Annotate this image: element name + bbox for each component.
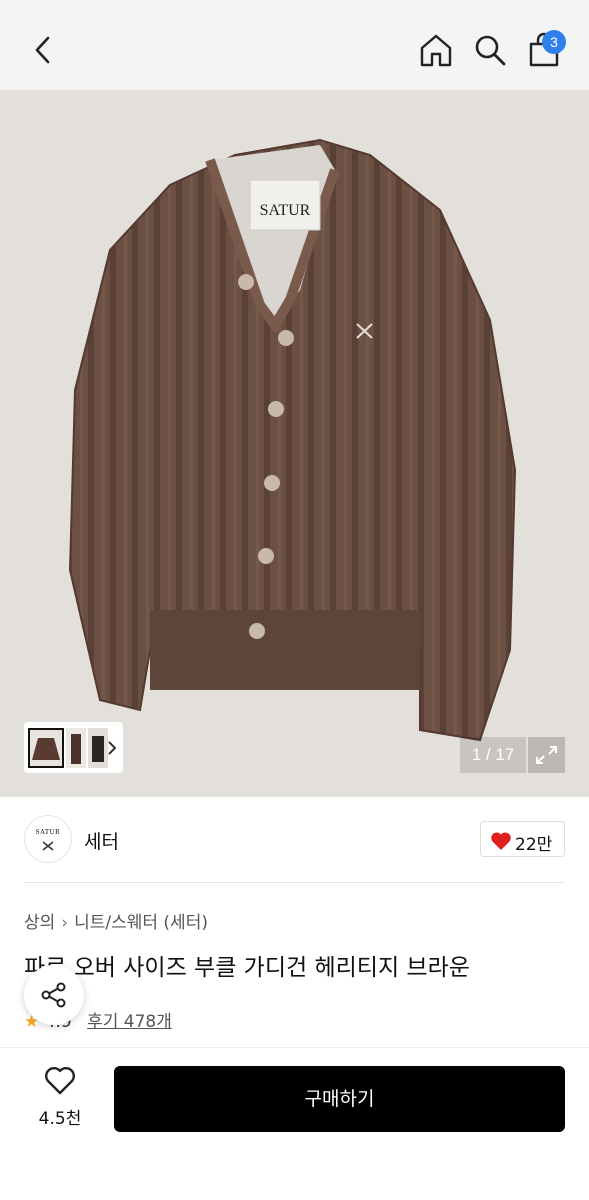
breadcrumb-level2[interactable]: 니트/스웨터 (세터)	[74, 913, 208, 933]
breadcrumb: 상의 › 니트/스웨터 (세터)	[24, 908, 208, 933]
thumbnail-2[interactable]	[66, 728, 86, 768]
cardigan-illustration: SATUR	[68, 138, 517, 742]
wishlist-button[interactable]: 4.5천	[30, 1066, 90, 1132]
expand-icon	[536, 746, 557, 764]
brand-like-count: 22만	[515, 835, 553, 855]
product-title: 파로 오버 사이즈 부클 가디건 헤리티지 브라운	[24, 955, 470, 981]
brand-logo-text: SATUR	[35, 828, 61, 836]
chevron-right-icon[interactable]	[105, 738, 119, 758]
product-image[interactable]: SATUR	[0, 90, 589, 797]
top-bar: 3	[0, 0, 589, 90]
breadcrumb-chevron-icon: ›	[61, 913, 69, 933]
bottom-bar-divider	[0, 1047, 589, 1048]
label-text: SATUR	[260, 202, 311, 219]
home-icon[interactable]	[418, 32, 454, 68]
expand-button[interactable]	[528, 737, 565, 773]
image-counter: 1 / 17	[460, 737, 526, 773]
breadcrumb-level1[interactable]: 상의	[24, 913, 55, 933]
buy-button[interactable]: 구매하기	[114, 1066, 565, 1132]
heart-outline-icon	[45, 1067, 75, 1095]
share-icon	[41, 982, 66, 1008]
divider	[24, 882, 565, 883]
search-icon[interactable]	[472, 32, 508, 68]
wishlist-count: 4.5천	[38, 1109, 82, 1129]
heart-filled-icon	[491, 832, 511, 850]
review-link[interactable]: 후기 478개	[87, 1012, 172, 1032]
cart-count-badge: 3	[542, 30, 566, 54]
share-button[interactable]	[24, 965, 84, 1025]
brand-name[interactable]: 세터	[84, 827, 119, 854]
brand-logo[interactable]: SATUR	[24, 815, 72, 863]
back-icon[interactable]	[26, 32, 62, 68]
thumbnail-1[interactable]	[28, 728, 64, 768]
brand-row: SATUR 세터 22만	[24, 815, 565, 865]
brand-like-button[interactable]: 22만	[480, 821, 565, 857]
